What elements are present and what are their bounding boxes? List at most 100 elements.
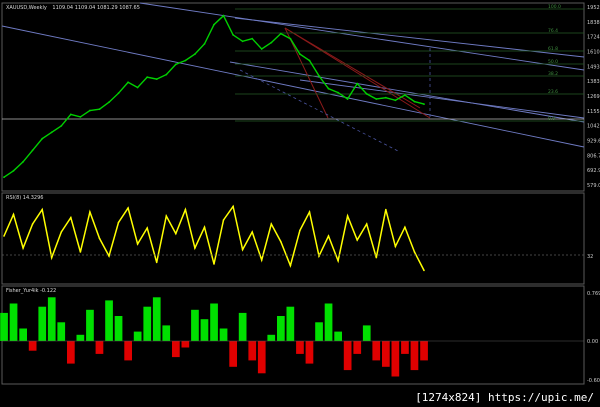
rsi-point	[423, 269, 425, 272]
price-tick-label: 1269.25	[587, 94, 600, 100]
price-point	[127, 81, 129, 84]
price-point	[375, 98, 378, 100]
chart-title: XAUUSD,Weekly 1109.04 1109.04 1081.29 10…	[6, 5, 140, 11]
rsi-point	[98, 237, 101, 240]
price-tick-label: 1952.15	[587, 5, 600, 11]
fisher-bar	[0, 312, 8, 341]
price-point	[308, 59, 311, 62]
rsi-point	[108, 255, 110, 257]
fisher-bar	[267, 334, 276, 341]
fisher-bar	[296, 341, 304, 354]
price-point	[50, 131, 53, 134]
price-point	[384, 96, 387, 99]
fisher-bar	[324, 303, 333, 341]
price-point	[222, 14, 225, 17]
rsi-point	[346, 215, 349, 217]
fisher-bar	[401, 341, 409, 354]
rsi-point	[41, 208, 43, 211]
symbol-title: XAUUSD,Weekly	[6, 5, 47, 11]
fisher-bar	[286, 306, 295, 341]
price-point	[136, 86, 139, 89]
rsi-point	[60, 231, 63, 233]
fisher-bar	[334, 331, 342, 341]
trading-chart[interactable]: 1952.15 1838.05 1724.45 1610.65 1493.50 1383.…	[0, 0, 600, 407]
rsi-point	[289, 264, 292, 267]
rsi-point	[165, 215, 168, 217]
price-point	[3, 176, 5, 179]
price-point	[31, 149, 34, 152]
fisher-bar	[133, 331, 142, 341]
price-point	[404, 94, 406, 96]
rsi-title: RSI(8) 14.3296	[6, 195, 43, 201]
fisher-bar	[19, 328, 27, 341]
fisher-bar	[86, 309, 94, 341]
ohlc-readout: 1109.04 1109.04 1081.29 1087.65	[52, 5, 139, 11]
rsi-point	[155, 261, 158, 264]
fisher-bar	[200, 319, 209, 341]
rsi-point	[89, 211, 91, 213]
price-point	[270, 41, 273, 44]
rsi-point	[299, 229, 301, 232]
price-tick-label: 1493.50	[587, 64, 600, 70]
rsi-point	[337, 260, 339, 262]
watermark: [1274x824] https://upic.me/	[411, 390, 598, 406]
price-point	[41, 137, 44, 140]
price-tick-label: 1383.00	[587, 79, 600, 85]
rsi-point	[260, 259, 263, 261]
price-point	[69, 113, 72, 116]
rsi-point	[270, 223, 273, 225]
price-tick-label: 1724.45	[587, 35, 600, 41]
rsi-point	[394, 245, 397, 248]
fisher-tick-label: 0.00	[587, 339, 598, 345]
fisher-bar	[143, 306, 152, 341]
price-point	[423, 103, 425, 105]
fisher-bar	[114, 316, 123, 341]
rsi-point	[318, 255, 320, 257]
price-point	[194, 53, 196, 55]
price-tick-label: 579.00	[587, 183, 600, 189]
price-point	[356, 82, 359, 85]
price-point	[337, 91, 339, 94]
rsi-point	[365, 223, 368, 225]
fisher-bar	[152, 297, 161, 341]
price-point	[155, 78, 158, 80]
fisher-title: Fisher_Yur4ik -0.122	[6, 288, 56, 294]
price-tick-label: 806.75	[587, 153, 600, 159]
fisher-bar	[172, 341, 180, 358]
fisher-bar	[47, 297, 56, 341]
fisher-bar	[124, 341, 132, 361]
rsi-point	[356, 239, 359, 241]
price-point	[251, 37, 254, 40]
price-tick-label: 692.90	[587, 168, 600, 174]
rsi-point	[184, 208, 187, 211]
rsi-point	[50, 256, 53, 259]
rsi-point	[70, 216, 72, 219]
fisher-bar	[57, 322, 66, 341]
fisher-bar	[162, 325, 171, 341]
rsi-point	[136, 243, 139, 245]
price-point	[346, 98, 349, 100]
fib-level-label: 100.0	[548, 4, 561, 10]
fib-level-label: 0.0	[548, 116, 555, 122]
price-point	[184, 59, 187, 62]
rsi-point	[385, 208, 387, 211]
rsi-point	[251, 231, 253, 233]
rsi-point	[404, 226, 406, 228]
fib-level-label: 23.6	[548, 89, 558, 95]
rsi-point	[127, 207, 129, 209]
rsi-point	[3, 235, 5, 237]
fisher-bar	[95, 341, 104, 354]
fisher-bar	[382, 341, 390, 367]
rsi-point	[117, 221, 120, 224]
fisher-bar	[67, 341, 75, 364]
fisher-bar	[105, 300, 113, 341]
fisher-tick-label: -0.604	[587, 378, 600, 384]
fisher-bar	[257, 341, 266, 374]
fisher-bar	[191, 309, 199, 341]
fisher-bar	[391, 341, 400, 377]
price-tick-label: 1838.05	[587, 20, 600, 26]
price-tick-label: 1042.45	[587, 124, 600, 130]
rsi-point	[31, 223, 34, 225]
price-point	[232, 34, 235, 36]
fisher-bar	[362, 325, 371, 341]
